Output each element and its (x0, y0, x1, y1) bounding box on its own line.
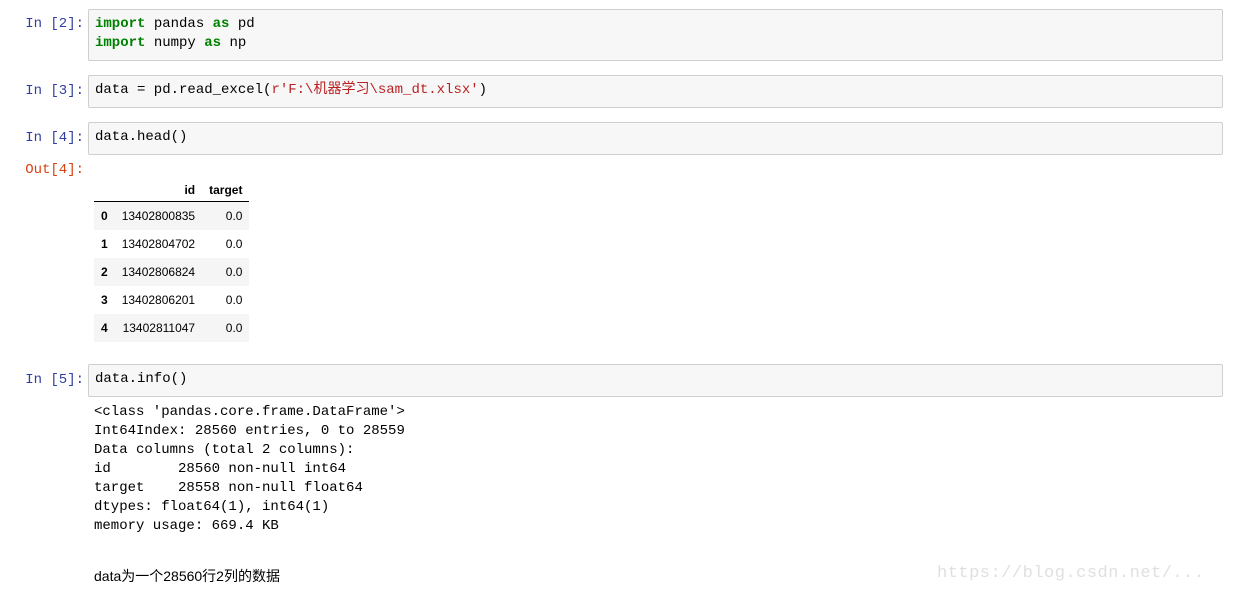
dataframe-table: id target 0 13402800835 0.0 1 13402804702 0.0… (94, 179, 250, 342)
cell-id: 13402806824 (121, 265, 196, 279)
code-line: import numpy as np (95, 34, 1216, 53)
row-index: 4 (101, 321, 108, 335)
cell-3-input[interactable]: data = pd.read_excel(r'F:\机器学习\sam_dt.xl… (88, 75, 1223, 108)
cell-2-input[interactable]: import pandas as pd import numpy as np (88, 9, 1223, 61)
row-index: 3 (101, 293, 108, 307)
code-line: data = pd.read_excel(r'F:\机器学习\sam_dt.xl… (95, 81, 1216, 100)
cell-id: 13402804702 (121, 237, 196, 251)
cell-target: 0.0 (225, 237, 243, 251)
header-index (94, 179, 115, 202)
cell-target: 0.0 (225, 293, 243, 307)
table-row: 1 13402804702 0.0 (94, 230, 249, 258)
keyword: import (95, 35, 146, 51)
keyword: import (95, 16, 146, 32)
code-token: data = pd.read_excel( (95, 82, 272, 98)
code-token: pd (229, 16, 255, 32)
row-index: 2 (101, 265, 108, 279)
cell-target: 0.0 (225, 209, 243, 223)
cell-3-prompt: In [3]: (25, 83, 84, 99)
code-token: data.head() (95, 129, 188, 145)
watermark: https://blog.csdn.net/... (937, 564, 1205, 583)
code-token: data.info() (95, 371, 188, 387)
code-line: data.info() (95, 370, 1216, 389)
info-output: <class 'pandas.core.frame.DataFrame'> In… (94, 404, 405, 534)
cell-id: 13402800835 (121, 209, 196, 223)
cell-target: 0.0 (225, 321, 243, 335)
code-token: np (221, 35, 247, 51)
cell-5-input[interactable]: data.info() (88, 364, 1223, 397)
row-index: 1 (101, 237, 108, 251)
code-line: data.head() (95, 128, 1216, 147)
keyword: as (204, 35, 222, 51)
cell-4-prompt: In [4]: (25, 130, 84, 146)
code-line: import pandas as pd (95, 15, 1216, 34)
cell-id: 13402811047 (122, 321, 196, 335)
code-token: pandas (145, 16, 213, 32)
code-token: ) (478, 82, 488, 98)
string-literal: r'F:\机器学习\sam_dt.xlsx' (271, 82, 479, 98)
out-4-prompt: Out[4]: (25, 162, 84, 178)
code-token: numpy (145, 35, 205, 51)
header-target: target (202, 179, 250, 202)
table-row: 3 13402806201 0.0 (94, 286, 249, 314)
header-id: id (114, 179, 203, 202)
cell-2-prompt: In [2]: (25, 16, 84, 32)
table-header-row: id target (94, 179, 250, 202)
table-row: 0 13402800835 0.0 (94, 201, 250, 230)
cell-5-prompt: In [5]: (25, 372, 84, 388)
note-text: data为一个28560行2列的数据 (94, 568, 280, 584)
cell-target: 0.0 (225, 265, 243, 279)
cell-id: 13402806201 (121, 293, 196, 307)
cell-4-input[interactable]: data.head() (88, 122, 1223, 155)
table-row: 4 13402811047 0.0 (94, 314, 250, 342)
table-row: 2 13402806824 0.0 (94, 258, 250, 286)
keyword: as (212, 16, 230, 32)
row-index: 0 (101, 209, 108, 223)
